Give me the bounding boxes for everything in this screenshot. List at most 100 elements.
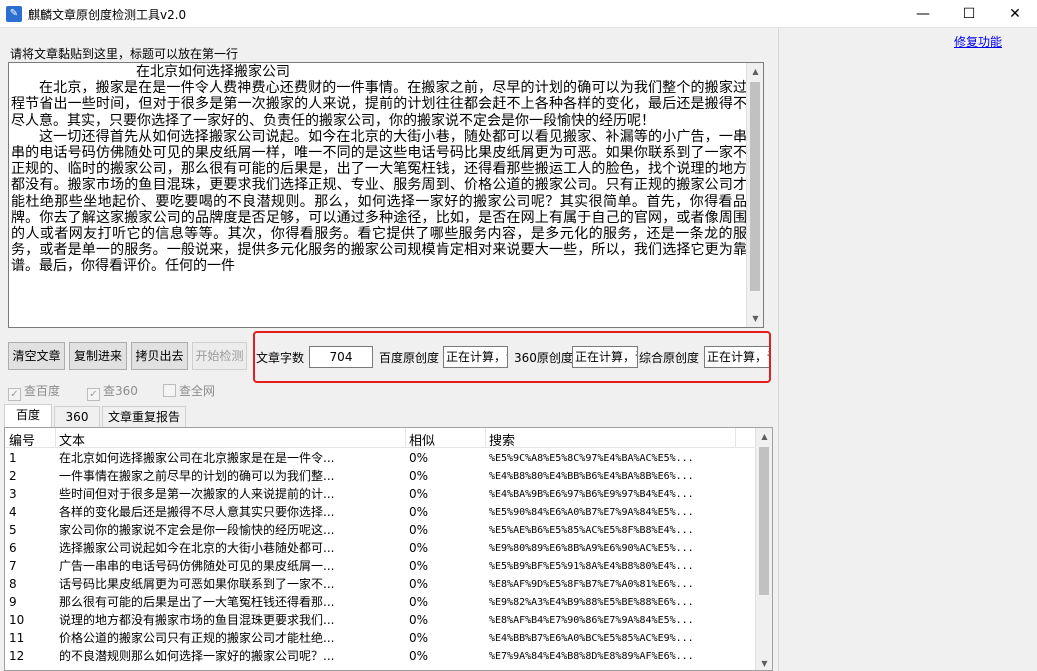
row-similarity: 0% — [409, 559, 429, 573]
row-number: 11 — [9, 631, 25, 645]
row-search: %E4%BB%B7%E6%A0%BC%E5%85%AC%E9%... — [489, 633, 694, 644]
row-text: 说理的地方都没有搬家市场的鱼目混珠更要求我们... — [59, 613, 335, 627]
header-search[interactable]: 搜索 — [489, 430, 515, 449]
row-similarity: 0% — [409, 469, 429, 483]
article-textarea[interactable]: 在北京如何选择搬家公司 在北京，搬家是在是一件令人费神费心还费财的一件事情。在搬… — [8, 62, 764, 328]
minimize-button[interactable]: — — [900, 0, 946, 28]
table-header: 编号 文本 相似 搜索 — [5, 428, 757, 449]
row-similarity: 0% — [409, 523, 429, 537]
check-all-web-checkbox[interactable]: 查全网 — [163, 382, 215, 398]
row-text: 的不良潜规则那么如何选择一家好的搬家公司呢？... — [59, 649, 335, 663]
table-row[interactable]: 4 各样的变化最后还是搬得不尽人意其实只要你选择... 0% %E5%90%84%E6… — [5, 504, 757, 521]
row-similarity: 0% — [409, 541, 429, 555]
check-360-label: 查360 — [103, 384, 138, 398]
column-divider — [485, 428, 486, 448]
table-row[interactable]: 5 家公司你的搬家说不定会是你一段愉快的经历呢这... 0% %E5%AE%B6%E5… — [5, 522, 757, 539]
window-title: 麒麟文章原创度检测工具v2.0 — [28, 8, 187, 22]
checkmark-icon: ✓ — [8, 388, 21, 401]
table-row[interactable]: 1 在北京如何选择搬家公司在北京搬家是在是一件令... 0% %E5%9C%A8%E5… — [5, 450, 757, 467]
row-search: %E4%BA%9B%E6%97%B6%E9%97%B4%E4%... — [489, 489, 694, 500]
scroll-thumb[interactable] — [750, 82, 760, 291]
row-text: 那么很有可能的后果是出了一大笔冤枉钱还得看那... — [59, 595, 335, 609]
table-row[interactable]: 7 广告一串串的电话号码仿佛随处可见的果皮纸屑一... 0% %E5%B9%BF%E5… — [5, 558, 757, 575]
row-text: 家公司你的搬家说不定会是你一段愉快的经历呢这... — [59, 523, 335, 537]
stats-highlight-frame — [253, 331, 771, 383]
check-baidu-checkbox[interactable]: ✓ 查百度 — [8, 382, 60, 401]
article-title: 在北京如何选择搬家公司 — [136, 64, 290, 80]
row-similarity: 0% — [409, 649, 429, 663]
table-row[interactable]: 10 说理的地方都没有搬家市场的鱼目混珠更要求我们... 0% %E8%AF%B4%E… — [5, 612, 757, 629]
row-number: 10 — [9, 613, 25, 627]
check-all-web-label: 查全网 — [179, 384, 216, 398]
row-search: %E9%80%89%E6%8B%A9%E6%90%AC%E5%... — [489, 543, 694, 554]
tab-baidu[interactable]: 百度 — [4, 404, 52, 428]
row-search: %E5%9C%A8%E5%8C%97%E4%BA%AC%E5%... — [489, 453, 694, 464]
row-text: 一件事情在搬家之前尽早的计划的确可以为我们整... — [59, 469, 335, 483]
results-table[interactable]: 编号 文本 相似 搜索 1 在北京如何选择搬家公司在北京搬家是在是一件令... 0%… — [4, 427, 773, 671]
header-similarity[interactable]: 相似 — [409, 430, 435, 449]
row-text: 广告一串串的电话号码仿佛随处可见的果皮纸屑一... — [59, 559, 335, 573]
scroll-down-arrow-icon[interactable]: ▼ — [747, 310, 763, 327]
app-icon: ✎ — [6, 6, 22, 22]
row-text: 些时间但对于很多是第一次搬家的人来说提前的计... — [59, 487, 335, 501]
row-search: %E9%82%A3%E4%B9%88%E5%BE%88%E6%... — [489, 597, 694, 608]
row-number: 5 — [9, 523, 17, 537]
row-search: %E8%AF%B4%E7%90%86%E7%9A%84%E5%... — [489, 615, 694, 626]
tab-duplicate-report[interactable]: 文章重复报告 — [102, 406, 186, 427]
table-row[interactable]: 11 价格公道的搬家公司只有正规的搬家公司才能杜绝... 0% %E4%BB%B7%E… — [5, 630, 757, 647]
check-360-checkbox[interactable]: ✓ 查360 — [87, 382, 138, 401]
scroll-up-arrow-icon[interactable]: ▲ — [747, 63, 763, 80]
row-text: 话号码比果皮纸屑更为可恶如果你联系到了一家不... — [59, 577, 335, 591]
row-similarity: 0% — [409, 505, 429, 519]
fix-function-link[interactable]: 修复功能 — [954, 33, 1002, 50]
scroll-thumb[interactable] — [759, 447, 769, 595]
row-similarity: 0% — [409, 631, 429, 645]
header-number[interactable]: 编号 — [9, 430, 35, 449]
row-similarity: 0% — [409, 451, 429, 465]
row-search: %E5%AE%B6%E5%85%AC%E5%8F%B8%E4%... — [489, 525, 694, 536]
column-divider — [55, 428, 56, 448]
tab-360[interactable]: 360 — [54, 406, 100, 427]
header-text[interactable]: 文本 — [59, 430, 85, 449]
table-row[interactable]: 9 那么很有可能的后果是出了一大笔冤枉钱还得看那... 0% %E9%82%A3%E4… — [5, 594, 757, 611]
table-row[interactable]: 3 些时间但对于很多是第一次搬家的人来说提前的计... 0% %E4%BA%9B%E6… — [5, 486, 757, 503]
results-scrollbar[interactable]: ▲ ▼ — [755, 428, 772, 670]
title-bar: ✎ 麒麟文章原创度检测工具v2.0 — ☐ ✕ — [0, 0, 1037, 28]
table-row[interactable]: 8 话号码比果皮纸屑更为可恶如果你联系到了一家不... 0% %E8%AF%9D%E5… — [5, 576, 757, 593]
row-search: %E8%AF%9D%E5%8F%B7%E7%A0%81%E6%... — [489, 579, 694, 590]
right-pane — [778, 28, 1037, 671]
row-number: 1 — [9, 451, 17, 465]
copy-in-button[interactable]: 复制进来 — [69, 342, 127, 370]
clear-article-button[interactable]: 清空文章 — [8, 342, 65, 370]
checkbox-empty-icon — [163, 384, 176, 397]
table-row[interactable]: 12 的不良潜规则那么如何选择一家好的搬家公司呢？... 0% %E7%9A%84%E… — [5, 648, 757, 665]
close-button[interactable]: ✕ — [992, 0, 1037, 28]
paste-hint-label: 请将文章黏贴到这里，标题可以放在第一行 — [10, 47, 239, 61]
row-number: 3 — [9, 487, 17, 501]
article-content[interactable]: 在北京如何选择搬家公司 在北京，搬家是在是一件令人费神费心还费财的一件事情。在搬… — [11, 64, 747, 275]
row-search: %E5%90%84%E6%A0%B7%E7%9A%84%E5%... — [489, 507, 694, 518]
row-number: 2 — [9, 469, 17, 483]
row-search: %E4%B8%80%E4%BB%B6%E4%BA%8B%E6%... — [489, 471, 694, 482]
table-row[interactable]: 6 选择搬家公司说起如今在北京的大街小巷随处都可... 0% %E9%80%89%E6… — [5, 540, 757, 557]
row-similarity: 0% — [409, 577, 429, 591]
row-number: 12 — [9, 649, 25, 663]
row-number: 6 — [9, 541, 17, 555]
row-number: 8 — [9, 577, 17, 591]
article-scrollbar[interactable]: ▲ ▼ — [746, 63, 763, 327]
column-divider — [735, 428, 736, 448]
maximize-button[interactable]: ☐ — [946, 0, 992, 28]
row-similarity: 0% — [409, 595, 429, 609]
row-text: 各样的变化最后还是搬得不尽人意其实只要你选择... — [59, 505, 335, 519]
scroll-up-arrow-icon[interactable]: ▲ — [756, 428, 772, 445]
start-check-button[interactable]: 开始检测 — [192, 342, 247, 370]
row-number: 7 — [9, 559, 17, 573]
row-text: 选择搬家公司说起如今在北京的大街小巷随处都可... — [59, 541, 335, 555]
row-similarity: 0% — [409, 487, 429, 501]
row-text: 在北京如何选择搬家公司在北京搬家是在是一件令... — [59, 451, 335, 465]
article-paragraph: 在北京，搬家是在是一件令人费神费心还费财的一件事情。在搬家之前，尽早的计划的确可… — [11, 80, 747, 129]
table-row[interactable]: 2 一件事情在搬家之前尽早的计划的确可以为我们整... 0% %E4%B8%80%E4… — [5, 468, 757, 485]
copy-out-button[interactable]: 拷贝出去 — [131, 342, 188, 370]
scroll-down-arrow-icon[interactable]: ▼ — [756, 655, 772, 670]
checkmark-icon: ✓ — [87, 388, 100, 401]
